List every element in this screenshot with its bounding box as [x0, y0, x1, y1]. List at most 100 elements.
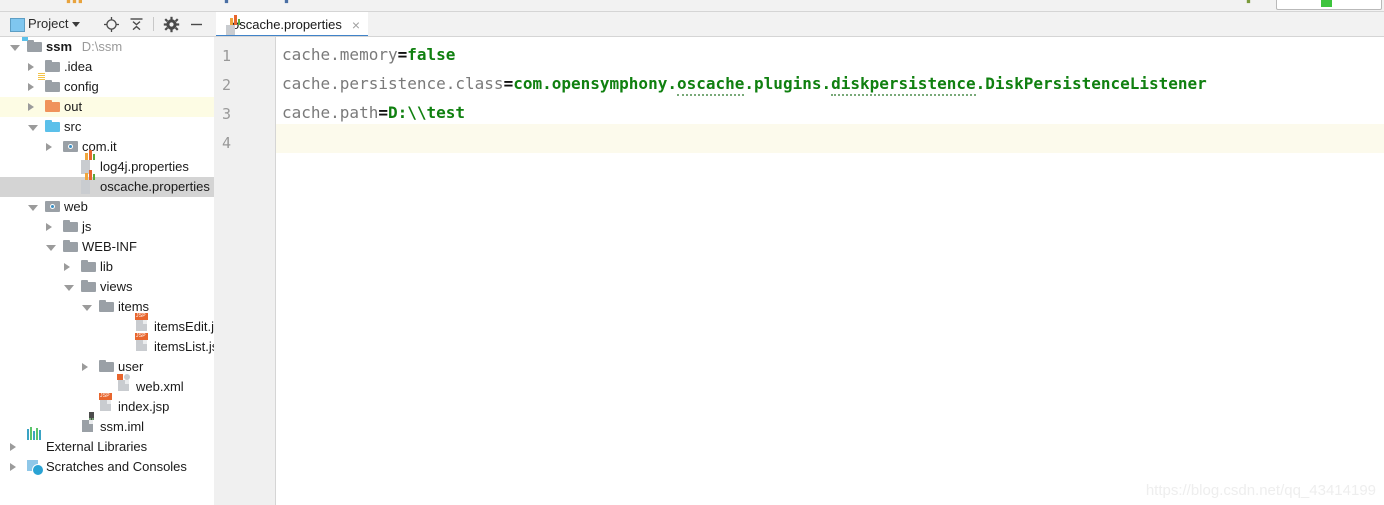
tree-row[interactable]: src: [0, 117, 214, 137]
folder-gray-icon: [81, 280, 96, 294]
tree-row-label: WEB-INF: [82, 239, 137, 254]
tree-row-label: ssm: [46, 39, 73, 54]
tree-row[interactable]: External Libraries: [0, 427, 214, 457]
tree-row[interactable]: log4j.properties: [0, 150, 214, 177]
tree-row-label: config: [64, 79, 99, 94]
tree-row[interactable]: js: [0, 217, 214, 237]
tree-row-label: views: [100, 279, 133, 294]
hide-panel-icon[interactable]: [188, 16, 205, 33]
tree-row-label: itemsEdit.jsp: [154, 319, 214, 334]
line-number: 2: [222, 76, 232, 94]
tree-row[interactable]: views: [0, 277, 214, 297]
chevron-down-icon[interactable]: [82, 305, 92, 311]
tree-row-label: External Libraries: [46, 439, 148, 454]
tree-row[interactable]: user: [0, 357, 214, 377]
toolbar-fragment-icon-4: ▮: [1246, 0, 1251, 4]
tree-row-label: Scratches and Consoles: [46, 459, 187, 474]
tree-row-label: itemsList.jsp: [154, 339, 214, 354]
tree-row[interactable]: .idea: [0, 57, 214, 77]
xml-file-icon: [117, 374, 132, 394]
chevron-right-icon[interactable]: [64, 263, 70, 271]
locate-icon[interactable]: [103, 16, 120, 33]
toolbar-search-fragment[interactable]: [1276, 0, 1382, 10]
property-key: cache.path: [282, 103, 379, 122]
chevron-right-icon[interactable]: [28, 63, 34, 71]
chevron-right-icon[interactable]: [82, 363, 88, 371]
spellcheck-span: diskpersistence: [831, 74, 976, 96]
watermark: https://blog.csdn.net/qq_43414199: [1145, 482, 1376, 499]
chevron-right-icon[interactable]: [10, 463, 16, 471]
chevron-down-icon[interactable]: [64, 285, 74, 291]
tree-row-label: oscache.properties: [100, 179, 210, 194]
chevron-down-icon[interactable]: [10, 45, 20, 51]
tree-row[interactable]: Scratches and Consoles: [0, 457, 214, 477]
tree-row-label: .idea: [64, 59, 93, 74]
chevron-right-icon[interactable]: [46, 223, 52, 231]
tree-row[interactable]: JSP itemsEdit.jsp: [0, 313, 214, 337]
spellcheck-span: oscache: [676, 74, 745, 96]
tree-row[interactable]: config: [0, 73, 214, 97]
chevron-right-icon[interactable]: [46, 143, 52, 151]
chevron-down-icon[interactable]: [72, 22, 80, 27]
package-folder-icon: [63, 140, 78, 154]
close-icon[interactable]: ×: [352, 18, 360, 32]
tree-row-label: src: [64, 119, 82, 134]
project-icon: [10, 18, 25, 32]
scratches-icon: [27, 460, 44, 476]
code-editor[interactable]: 1 cache.memory=false 2 cache.persistence.cl…: [214, 37, 1384, 505]
jsp-file-icon: JSP: [135, 333, 150, 354]
code-line[interactable]: cache.path=D:\\test: [282, 103, 465, 122]
folder-gray-icon: [63, 240, 78, 254]
chevron-right-icon[interactable]: [28, 103, 34, 111]
tree-row-label: web: [64, 199, 88, 214]
project-tree[interactable]: ssm D:\ssm .idea config out src com.it log4j.pr…: [0, 37, 214, 505]
tree-row[interactable]: out: [0, 97, 214, 117]
tree-row[interactable]: JSP itemsList.jsp: [0, 333, 214, 357]
chevron-down-icon[interactable]: [28, 125, 38, 131]
project-panel-toolbar: Project: [0, 12, 214, 37]
folder-orange-icon: [45, 100, 60, 114]
line-number: 4: [222, 134, 232, 152]
package-folder-icon: [45, 200, 60, 214]
chevron-right-icon[interactable]: [28, 83, 34, 91]
tree-row-label: out: [64, 99, 83, 114]
property-value: false: [407, 45, 456, 64]
run-indicator-icon: [1321, 0, 1332, 7]
chevron-down-icon[interactable]: [46, 245, 56, 251]
tree-row[interactable]: web: [0, 197, 214, 217]
code-line[interactable]: cache.persistence.class=com.opensymphony…: [282, 74, 1207, 96]
property-key: cache.memory: [282, 45, 398, 64]
chevron-right-icon[interactable]: [10, 443, 16, 451]
tree-row[interactable]: ssm D:\ssm: [0, 37, 214, 57]
project-panel: Project ssm D:\ssm .idea config out src …: [0, 12, 214, 505]
idea-window: ▮▮▮ ▮ ▮ ▮ Project: [0, 0, 1384, 505]
folder-gray-icon: [81, 260, 96, 274]
tree-row-label: log4j.properties: [100, 159, 189, 174]
tree-row[interactable]: lib: [0, 257, 214, 277]
folder-gray-icon: [63, 220, 78, 234]
settings-gear-icon[interactable]: [163, 16, 180, 33]
module-folder-icon: [22, 37, 42, 54]
folder-gray-icon: [99, 360, 114, 374]
tree-row[interactable]: items: [0, 297, 214, 317]
assignment-operator: =: [503, 74, 514, 93]
editor-tab-oscache-properties[interactable]: oscache.properties ×: [216, 12, 369, 39]
caret-line-highlight: [214, 124, 1384, 153]
toolbar-fragment-icon-1: ▮▮▮: [66, 0, 84, 4]
jsp-file-icon: JSP: [135, 313, 150, 334]
property-value: D:\\test: [387, 103, 466, 122]
toolbar-fragment-icon-3: ▮: [284, 0, 290, 4]
cropped-toolbar-strip: ▮▮▮ ▮ ▮ ▮: [0, 0, 1384, 11]
tree-row[interactable]: oscache.properties: [0, 170, 214, 197]
collapse-all-icon[interactable]: [128, 16, 145, 33]
editor-tabbar: oscache.properties ×: [214, 12, 1384, 39]
tree-row[interactable]: WEB-INF: [0, 237, 214, 257]
tree-row[interactable]: com.it: [0, 137, 214, 157]
code-line[interactable]: cache.memory=false: [282, 45, 455, 64]
libraries-icon: [27, 427, 42, 454]
chevron-down-icon[interactable]: [28, 205, 38, 211]
property-key: cache.persistence.class: [282, 74, 504, 93]
tree-row[interactable]: JSP index.jsp: [0, 393, 214, 417]
folder-resources-icon: [38, 73, 60, 94]
folder-gray-icon: [45, 60, 60, 74]
